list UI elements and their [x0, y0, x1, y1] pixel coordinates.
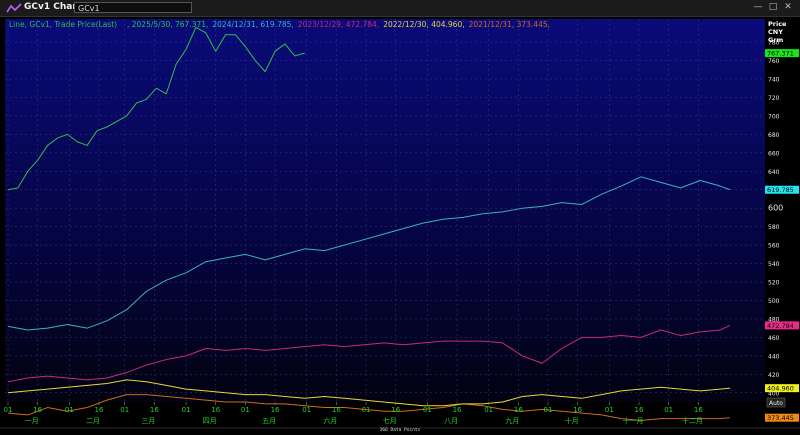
x-tick-label: 16 [391, 406, 400, 414]
last-value-label: 404.960 [767, 385, 794, 393]
last-value-label: 373.445 [767, 414, 794, 422]
y-tick-label: 680 [768, 132, 780, 139]
maximize-button[interactable]: □ [767, 2, 779, 13]
x-tick-label: 01 [241, 406, 250, 414]
x-tick-label: 01 [302, 406, 311, 414]
last-value-label: 472.784 [767, 322, 794, 330]
x-tick-label: 01 [362, 406, 371, 414]
month-label: 十二月 [682, 416, 703, 425]
x-tick-label: 16 [635, 406, 644, 414]
plot-background [5, 19, 765, 402]
price-chart[interactable]: 4004204404604805005205405605806006206406… [0, 17, 800, 435]
month-label: 二月 [86, 417, 100, 425]
y-tick-label: 600 [768, 204, 783, 213]
y-tick-label: 640 [768, 169, 780, 176]
y-axis-header-currency: CNY [768, 28, 783, 36]
x-tick-label: 16 [453, 406, 462, 414]
legend-entry: 2021/12/31, 373.445, [469, 20, 550, 29]
close-button[interactable]: ✕ [782, 2, 794, 13]
y-tick-label: 560 [768, 243, 780, 250]
x-tick-label: 01 [605, 406, 614, 414]
y-tick-label: 700 [768, 113, 780, 120]
x-tick-label: 16 [95, 406, 104, 414]
legend-title: Line, GCv1, Trade Price(Last) [9, 20, 117, 29]
last-value-label: 767.371 [767, 50, 794, 58]
legend-entry: , 2025/5/30, 767.371, [127, 20, 208, 29]
x-tick-label: 16 [694, 406, 703, 414]
y-tick-label: 660 [768, 150, 780, 157]
x-tick-label: 01 [484, 406, 493, 414]
ticker-input[interactable]: GCv1 [74, 2, 192, 13]
x-tick-label: 16 [573, 406, 582, 414]
y-tick-label: 440 [768, 353, 780, 360]
x-tick-label: 01 [4, 406, 13, 414]
month-label: 七月 [383, 416, 397, 425]
minimize-button[interactable]: — [752, 2, 764, 13]
auto-scale-button[interactable]: Auto [766, 397, 786, 408]
month-label: 四月 [203, 417, 217, 425]
legend: Line, GCv1, Trade Price(Last) , 2025/5/3… [9, 20, 550, 29]
legend-entry: 2022/12/30, 404.960, [383, 20, 464, 29]
x-tick-label: 16 [33, 406, 42, 414]
y-tick-label: 500 [768, 298, 780, 305]
last-value-label: 619.785 [767, 186, 794, 194]
window-titlebar: GCv1 Chart GCv1 — □ ✕ [0, 0, 800, 17]
month-label: 一月 [25, 417, 39, 425]
x-tick-label: 16 [150, 406, 159, 414]
legend-entry: 2024/12/31, 619.785, [212, 20, 293, 29]
x-tick-label: 01 [664, 406, 673, 414]
x-tick-label: 16 [514, 406, 523, 414]
month-label: 九月 [505, 416, 519, 425]
month-label: 十月 [565, 416, 579, 425]
x-tick-label: 16 [211, 406, 220, 414]
month-label: 三月 [141, 417, 155, 425]
month-label: 八月 [444, 417, 458, 425]
x-tick-label: 16 [332, 406, 341, 414]
y-tick-label: 460 [768, 335, 780, 342]
x-tick-label: 01 [423, 406, 432, 414]
x-tick-label: 16 [271, 406, 280, 414]
month-label: 十一月 [623, 416, 644, 425]
y-tick-label: 580 [768, 224, 780, 231]
y-tick-label: 740 [768, 76, 780, 83]
y-tick-label: 520 [768, 280, 780, 287]
y-tick-label: 760 [768, 58, 780, 65]
y-tick-label: 720 [768, 95, 780, 102]
month-label: 六月 [323, 416, 337, 425]
y-tick-label: 540 [768, 261, 780, 268]
x-tick-label: 01 [120, 406, 129, 414]
y-tick-label: 420 [768, 372, 780, 379]
x-tick-label: 01 [544, 406, 553, 414]
month-label: 五月 [262, 417, 276, 425]
auto-scale-label: Auto [769, 400, 783, 407]
legend-entry: 2023/12/29, 472.784, [298, 20, 379, 29]
chart-app-icon [6, 3, 22, 13]
x-tick-label: 01 [182, 406, 191, 414]
y-axis-header-unit: Grm [768, 36, 784, 44]
x-tick-label: 01 [65, 406, 74, 414]
window-title: GCv1 Chart [24, 2, 82, 12]
y-axis-header-price: Price [768, 20, 787, 28]
data-points-footer: 366 Data Points [380, 427, 421, 433]
